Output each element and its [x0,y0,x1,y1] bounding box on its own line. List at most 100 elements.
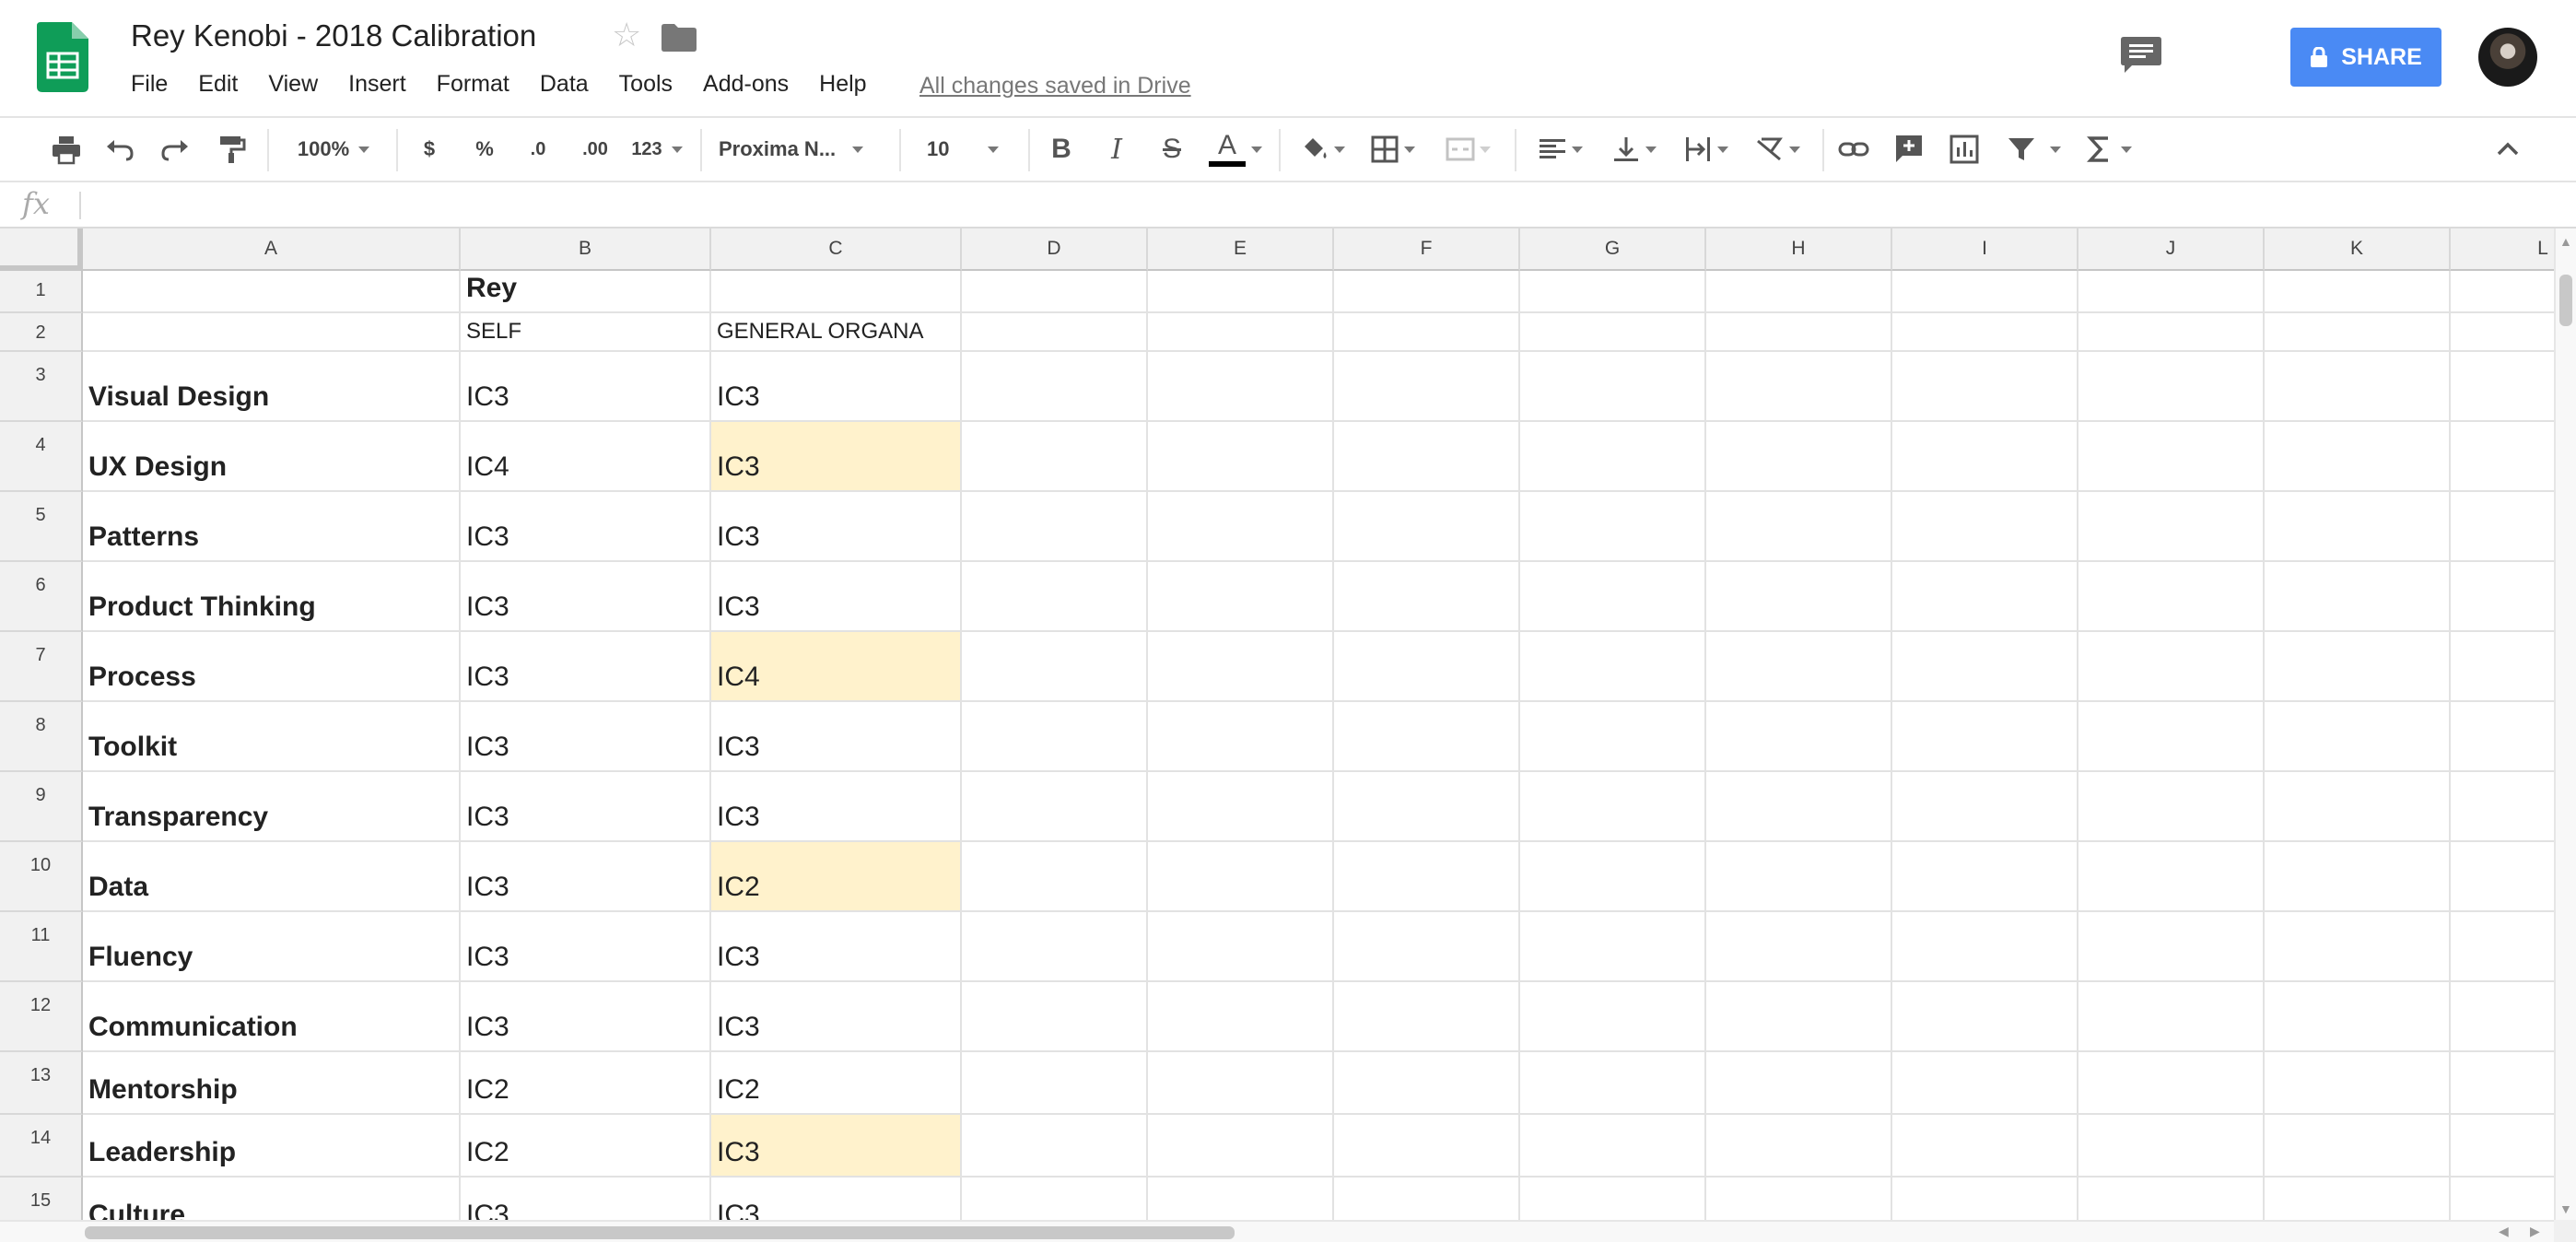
competency-label-cell[interactable]: Fluency [83,912,461,982]
grid-cell[interactable] [1148,772,1334,842]
scroll-down-icon[interactable]: ▼ [2559,1201,2572,1216]
grid-cell[interactable] [1706,772,1892,842]
grid-cell[interactable] [1892,422,2078,492]
self-rating-cell[interactable]: IC3 [461,562,711,632]
grid-cell[interactable] [2265,562,2451,632]
grid-cell[interactable] [1520,632,1706,702]
manager-rating-cell[interactable]: IC3 [711,702,962,772]
competency-label-cell[interactable]: Visual Design [83,352,461,422]
competency-label-cell[interactable]: Patterns [83,492,461,562]
self-rating-cell[interactable]: IC4 [461,422,711,492]
grid-cell[interactable] [1334,702,1520,772]
grid-cell[interactable] [1334,912,1520,982]
grid-cell[interactable] [1706,912,1892,982]
manager-rating-cell[interactable]: IC3 [711,1115,962,1178]
row-header[interactable]: 10 [0,842,83,912]
manager-rating-cell[interactable]: IC3 [711,352,962,422]
competency-label-cell[interactable]: Data [83,842,461,912]
row-header[interactable]: 2 [0,313,83,352]
grid-cell[interactable] [1520,702,1706,772]
decrease-decimal-button[interactable]: .0 [516,125,560,173]
grid-cell[interactable] [1892,1178,2078,1220]
italic-button[interactable]: I [1098,125,1135,173]
row-header[interactable]: 12 [0,982,83,1052]
bold-button[interactable]: B [1043,125,1080,173]
row-header[interactable]: 11 [0,912,83,982]
row-header[interactable]: 14 [0,1115,83,1178]
grid-cell[interactable] [2078,982,2265,1052]
insert-chart-icon[interactable] [1944,125,1985,173]
scroll-right-icon[interactable]: ▶ [2530,1224,2540,1239]
grid-cell[interactable] [2078,492,2265,562]
grid-cell[interactable] [962,1178,1148,1220]
more-formats-select[interactable]: 123 [626,125,687,173]
grid-cell[interactable] [1334,1052,1520,1115]
grid-cell[interactable] [2078,702,2265,772]
competency-label-cell[interactable]: Mentorship [83,1052,461,1115]
row-header[interactable]: 7 [0,632,83,702]
grid-cell[interactable] [1706,632,1892,702]
grid-cell[interactable] [2451,982,2554,1052]
text-wrap-icon[interactable] [1675,125,1736,173]
grid-cell[interactable] [1706,422,1892,492]
grid-cell[interactable] [2265,1178,2451,1220]
grid-cell[interactable] [1892,271,2078,313]
row-header[interactable]: 9 [0,772,83,842]
grid-cell[interactable] [1892,1115,2078,1178]
competency-label-cell[interactable]: Communication [83,982,461,1052]
grid-cell[interactable] [1892,632,2078,702]
grid-cell[interactable] [1148,313,1334,352]
menu-addons[interactable]: Add-ons [703,68,789,100]
self-rating-cell[interactable]: IC3 [461,982,711,1052]
employee-name-cell[interactable]: Rey [461,271,711,313]
grid-cell[interactable] [2451,352,2554,422]
grid-cell[interactable] [2078,1115,2265,1178]
grid-cell[interactable] [2265,352,2451,422]
grid-cell[interactable] [1148,842,1334,912]
grid-cell[interactable] [1520,1115,1706,1178]
grid-cell[interactable] [962,982,1148,1052]
grid-cell[interactable] [1148,1178,1334,1220]
manager-rating-cell[interactable]: IC2 [711,842,962,912]
folder-icon[interactable] [662,24,697,52]
competency-label-cell[interactable]: Toolkit [83,702,461,772]
grid-cell[interactable] [1706,842,1892,912]
horizontal-scroll-thumb[interactable] [85,1226,1235,1239]
row-header[interactable]: 5 [0,492,83,562]
grid-cell[interactable] [2078,352,2265,422]
grid-cell[interactable] [962,1115,1148,1178]
grid-cell[interactable] [1520,1052,1706,1115]
document-title[interactable]: Rey Kenobi - 2018 Calibration [131,18,536,53]
grid-cell[interactable] [962,492,1148,562]
grid-cell[interactable] [2451,912,2554,982]
grid-cell[interactable] [2451,1178,2554,1220]
grid-cell[interactable] [1148,352,1334,422]
grid-cell[interactable] [1334,982,1520,1052]
functions-icon[interactable] [2078,125,2137,173]
grid-cell[interactable] [2265,842,2451,912]
merge-cells-icon[interactable] [1437,125,1498,173]
competency-label-cell[interactable] [83,271,461,313]
grid-cell[interactable] [1334,842,1520,912]
grid-cell[interactable] [1334,562,1520,632]
grid-cell[interactable] [1892,562,2078,632]
manager-rating-cell[interactable]: IC3 [711,1178,962,1220]
menu-tools[interactable]: Tools [619,68,673,100]
competency-label-cell[interactable]: Culture [83,1178,461,1220]
grid-cell[interactable] [1706,492,1892,562]
grid-cell[interactable] [2451,1115,2554,1178]
grid-cell[interactable] [962,632,1148,702]
column-header-l[interactable]: L [2451,228,2554,271]
grid-cell[interactable] [2265,271,2451,313]
comments-icon[interactable] [2121,37,2161,74]
grid-cell[interactable] [1334,313,1520,352]
grid-cell[interactable] [1148,702,1334,772]
scroll-left-icon[interactable]: ◀ [2499,1224,2509,1239]
grid-cell[interactable] [1892,492,2078,562]
manager-rating-cell[interactable]: IC2 [711,1052,962,1115]
grid-cell[interactable] [1334,492,1520,562]
undo-icon[interactable] [100,125,140,173]
grid-cell[interactable] [1892,702,2078,772]
competency-label-cell[interactable]: Leadership [83,1115,461,1178]
filter-icon[interactable] [1999,125,2067,173]
